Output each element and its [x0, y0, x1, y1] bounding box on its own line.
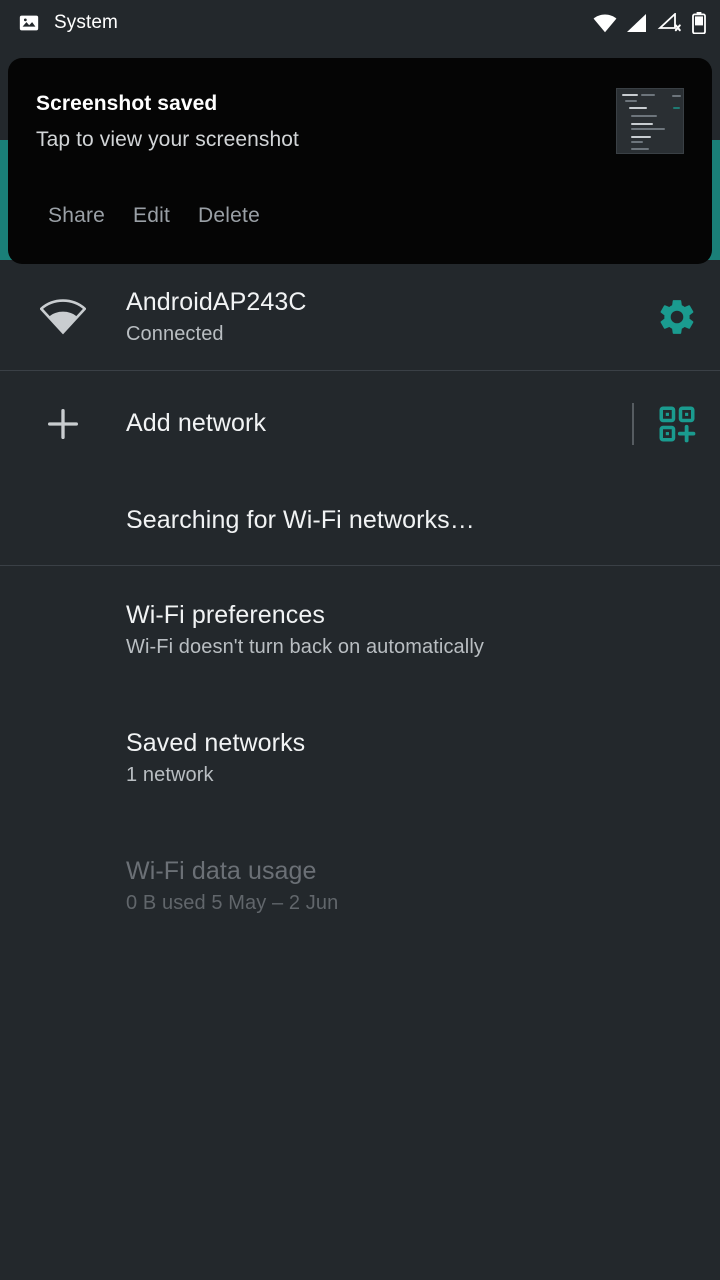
teal-strip-right — [712, 140, 720, 260]
delete-button[interactable]: Delete — [184, 198, 274, 234]
wifi-row-searching: Searching for Wi-Fi networks… — [0, 477, 720, 565]
row-text: Add network — [126, 408, 632, 439]
status-app-label: System — [54, 12, 118, 33]
network-name: AndroidAP243C — [126, 287, 307, 316]
cellular-no-sim-icon — [657, 13, 683, 33]
wifi-row-connected-network[interactable]: AndroidAP243C Connected — [0, 264, 720, 370]
teal-strip-left — [0, 140, 8, 260]
preferences-title: Wi-Fi preferences — [126, 600, 325, 629]
wifi-row-add-network[interactable]: Add network — [0, 371, 720, 477]
image-icon — [18, 12, 40, 34]
data-usage-title: Wi-Fi data usage — [126, 856, 317, 885]
searching-label: Searching for Wi-Fi networks… — [126, 506, 475, 535]
gear-icon[interactable] — [656, 296, 698, 338]
cellular-signal-icon — [626, 13, 648, 33]
wifi-signal-icon — [593, 13, 617, 33]
wifi-signal-icon — [0, 299, 126, 335]
notification-actions: Share Edit Delete — [34, 198, 274, 234]
add-network-label: Add network — [126, 409, 267, 438]
row-text: AndroidAP243C Connected — [126, 287, 656, 347]
notification-body: Tap to view your screenshot — [36, 128, 299, 151]
screenshot-notification[interactable]: Screenshot saved Tap to view your screen… — [8, 58, 712, 264]
saved-networks-subtitle: 1 network — [126, 764, 214, 787]
phone-screen: System Screenshot saved Tap to view your… — [0, 0, 720, 1280]
screenshot-thumbnail[interactable] — [616, 88, 684, 154]
plus-icon — [0, 404, 126, 444]
notification-title: Screenshot saved — [36, 92, 218, 115]
qr-scan-icon[interactable] — [656, 403, 698, 445]
vertical-divider — [632, 403, 634, 445]
wifi-row-preferences[interactable]: Wi-Fi preferences Wi-Fi doesn't turn bac… — [0, 566, 720, 694]
edit-button[interactable]: Edit — [119, 198, 184, 234]
network-status: Connected — [126, 323, 224, 346]
wifi-settings-list: AndroidAP243C Connected Add network Sear… — [0, 264, 720, 950]
data-usage-subtitle: 0 B used 5 May – 2 Jun — [126, 892, 339, 915]
battery-icon — [692, 12, 706, 34]
preferences-subtitle: Wi-Fi doesn't turn back on automatically — [126, 636, 484, 659]
share-button[interactable]: Share — [34, 198, 119, 234]
wifi-row-data-usage: Wi-Fi data usage 0 B used 5 May – 2 Jun — [0, 822, 720, 950]
saved-networks-title: Saved networks — [126, 728, 306, 757]
wifi-row-saved-networks[interactable]: Saved networks 1 network — [0, 694, 720, 822]
status-bar: System — [0, 0, 720, 46]
